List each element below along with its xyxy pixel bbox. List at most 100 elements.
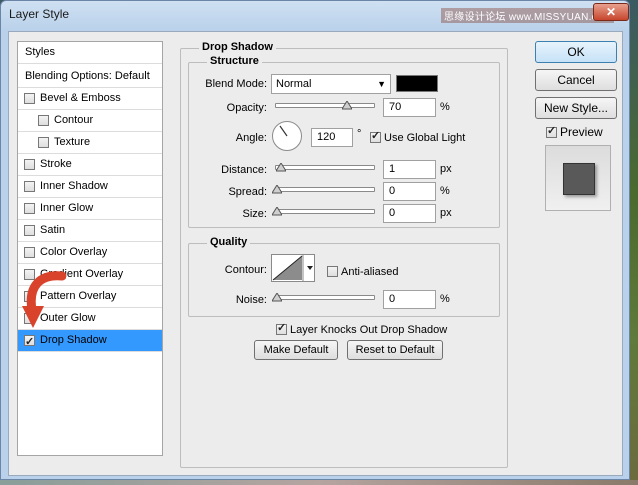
distance-input[interactable]: 1 [383,160,436,179]
satin-checkbox[interactable] [24,225,35,236]
shadow-color-swatch[interactable] [396,75,438,92]
noise-value: 0 [389,293,396,305]
contour-curve-icon [272,255,313,281]
slider-thumb-icon[interactable] [272,185,282,194]
opacity-unit: % [440,101,450,113]
noise-label: Noise: [235,294,267,306]
slider-thumb-icon[interactable] [272,293,282,302]
blend-mode-select[interactable]: Normal ▼ [271,74,391,94]
new-style-label: New Style... [543,101,609,115]
distance-slider[interactable] [275,163,375,172]
distance-unit: px [440,163,452,175]
chevron-down-icon: ▼ [377,79,386,89]
new-style-button[interactable]: New Style... [535,97,617,119]
cancel-button[interactable]: Cancel [535,69,617,91]
use-global-light-toggle[interactable]: Use Global Light [370,129,465,144]
contour-picker[interactable] [271,254,315,282]
stroke-checkbox[interactable] [24,159,35,170]
noise-input[interactable]: 0 [383,290,436,309]
ok-label: OK [567,45,585,59]
size-slider[interactable] [272,207,375,216]
angle-label: Angle: [235,132,267,144]
size-unit: px [440,207,452,219]
preview-toggle[interactable]: Preview [546,124,603,139]
dialog-client: Styles Blending Options: Default Bevel &… [8,31,623,476]
background-strip [0,480,638,485]
slider-thumb-icon[interactable] [276,163,286,172]
texture-checkbox[interactable] [38,137,49,148]
spread-slider[interactable] [272,185,375,194]
bevel-emboss-checkbox[interactable] [24,93,35,104]
curved-arrow-icon [22,271,66,328]
style-item-color-overlay[interactable]: Color Overlay [18,242,162,264]
dialog-title: Layer Style [9,7,70,21]
make-default-label: Make Default [263,344,329,356]
slider-thumb-icon[interactable] [342,101,352,110]
distance-value: 1 [389,163,396,175]
style-item-satin[interactable]: Satin [18,220,162,242]
style-item-label: Inner Glow [40,202,94,214]
anti-aliased-toggle[interactable]: Anti-aliased [327,264,398,278]
reset-to-default-button[interactable]: Reset to Default [347,340,443,360]
style-item-label: Stroke [40,158,72,170]
close-icon: ✕ [605,5,617,19]
quality-title: Quality [207,236,251,248]
inner-glow-checkbox[interactable] [24,203,35,214]
slider-thumb-icon[interactable] [272,207,282,216]
style-item-inner-glow[interactable]: Inner Glow [18,198,162,220]
close-button[interactable]: ✕ [593,3,629,21]
reset-to-default-label: Reset to Default [355,344,435,356]
angle-unit: ° [357,128,362,140]
anti-aliased-checkbox[interactable] [327,266,338,277]
noise-unit: % [440,293,450,305]
style-item-label: Color Overlay [40,246,108,258]
styles-header[interactable]: Styles [18,42,162,64]
contour-label: Contour: [224,264,267,276]
style-item-stroke[interactable]: Stroke [18,154,162,176]
style-item-bevel-emboss[interactable]: Bevel & Emboss [18,88,162,110]
preview-label: Preview [560,125,603,139]
style-item-contour[interactable]: Contour [18,110,162,132]
style-item-label: Bevel & Emboss [40,92,121,104]
title-bar[interactable]: Layer Style 思缘设计论坛 www.MISSYUAN.com ✕ [1,1,631,31]
inner-shadow-checkbox[interactable] [24,181,35,192]
styles-label: Styles [25,46,55,58]
angle-dial-icon [279,125,288,137]
angle-input[interactable]: 120 [311,128,353,147]
ok-button[interactable]: OK [535,41,617,63]
size-label: Size: [242,208,267,220]
color-overlay-checkbox[interactable] [24,247,35,258]
drop-shadow-title: Drop Shadow [199,41,276,53]
make-default-button[interactable]: Make Default [254,340,338,360]
angle-dial[interactable] [272,121,302,151]
layer-knocks-out-checkbox[interactable] [276,321,287,335]
preview-thumbnail [563,163,595,195]
style-item-texture[interactable]: Texture [18,132,162,154]
distance-label: Distance: [221,164,267,176]
angle-value: 120 [317,131,336,143]
use-global-light-checkbox[interactable] [370,129,381,143]
opacity-value: 70 [389,101,402,113]
opacity-slider[interactable] [275,101,375,110]
styles-list: Styles Blending Options: Default Bevel &… [17,41,163,456]
noise-slider[interactable] [272,293,375,302]
preview-checkbox[interactable] [546,124,557,138]
layer-knocks-out-label: Layer Knocks Out Drop Shadow [290,324,448,336]
style-preview [545,145,611,211]
style-item-label: Texture [54,136,91,148]
contour-checkbox[interactable] [38,115,49,126]
spread-label: Spread: [228,186,267,198]
watermark-text: 思缘设计论坛 www.MISSYUAN.com [441,8,615,23]
size-input[interactable]: 0 [383,204,436,223]
drop-shadow-checkbox[interactable] [24,332,35,353]
layer-knocks-out-toggle[interactable]: Layer Knocks Out Drop Shadow [276,321,448,336]
blend-mode-label: Blend Mode: [205,78,267,90]
style-item-label: Inner Shadow [40,180,108,192]
spread-input[interactable]: 0 [383,182,436,201]
opacity-input[interactable]: 70 [383,98,436,117]
style-item-inner-shadow[interactable]: Inner Shadow [18,176,162,198]
style-item-label: Contour [54,114,94,126]
spread-unit: % [440,185,450,197]
structure-title: Structure [207,55,262,67]
blending-options-item[interactable]: Blending Options: Default [18,66,162,88]
